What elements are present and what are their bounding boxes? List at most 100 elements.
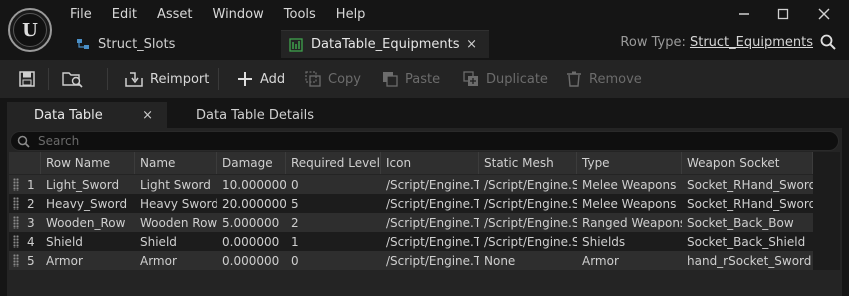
remove-button[interactable]: Remove [565, 60, 642, 98]
menu-edit[interactable]: Edit [102, 3, 147, 27]
paste-button[interactable]: Paste [381, 60, 440, 98]
unreal-logo-icon[interactable]: U [8, 8, 52, 52]
table-row[interactable]: 3 Wooden_Row Wooden Row 5.000000 2 /Scri… [9, 213, 813, 232]
search-field[interactable] [10, 131, 839, 151]
maximize-button[interactable] [766, 2, 800, 26]
cell-row-name[interactable]: Light_Sword [41, 175, 135, 194]
browse-button[interactable] [62, 60, 90, 98]
cell-damage[interactable]: 10.000000 [217, 175, 286, 194]
cell-name[interactable]: Armor [135, 251, 217, 270]
close-tab-icon[interactable]: × [142, 108, 153, 123]
menu-asset[interactable]: Asset [147, 3, 203, 27]
cell-name[interactable]: Heavy Sword [135, 194, 217, 213]
cell-weapon-socket[interactable]: Socket_Back_Shield [682, 232, 813, 251]
column-header-damage[interactable]: Damage [217, 152, 286, 174]
cell-type[interactable]: Melee Weapons [577, 194, 682, 213]
add-row-button[interactable]: Add [236, 60, 285, 98]
cell-name[interactable]: Shield [135, 232, 217, 251]
cell-icon[interactable]: /Script/Engine.Te [381, 213, 479, 232]
reimport-button[interactable]: Reimport [124, 60, 209, 98]
menu-tools[interactable]: Tools [274, 3, 326, 27]
cell-static-mesh[interactable]: /Script/Engine.St [479, 175, 577, 194]
drag-handle-icon[interactable] [13, 197, 19, 210]
cell-icon[interactable]: /Script/Engine.Te [381, 232, 479, 251]
cell-damage[interactable]: 5.000000 [217, 213, 286, 232]
cell-static-mesh[interactable]: /Script/Engine.St [479, 194, 577, 213]
cell-icon[interactable]: /Script/Engine.Te [381, 251, 479, 270]
minimize-button[interactable] [727, 2, 761, 26]
struct-icon [77, 39, 89, 49]
duplicate-button[interactable]: Duplicate [462, 60, 548, 98]
title-bar: U File Edit Asset Window Tools Help Stru… [0, 0, 849, 60]
cell-damage[interactable]: 20.000000 [217, 194, 286, 213]
close-window-button[interactable] [807, 2, 841, 26]
cell-type[interactable]: Ranged Weapons [577, 213, 682, 232]
column-header-type[interactable]: Type [577, 152, 682, 174]
cell-type[interactable]: Shields [577, 232, 682, 251]
cell-required-level[interactable]: 0 [286, 175, 381, 194]
menu-file[interactable]: File [60, 3, 102, 27]
cell-weapon-socket[interactable]: Socket_Back_Bow [682, 213, 813, 232]
datatable-icon [289, 37, 303, 52]
reimport-icon [125, 72, 143, 87]
cell-name[interactable]: Light Sword [135, 175, 217, 194]
column-header-weapon-socket[interactable]: Weapon Socket [682, 152, 813, 174]
column-header-name[interactable]: Name [135, 152, 217, 174]
drag-handle-icon[interactable] [13, 235, 19, 248]
cell-damage[interactable]: 0.000000 [217, 232, 286, 251]
tab-data-table[interactable]: Data Table × [7, 102, 167, 128]
row-type: Row Type: Struct_Equipments [620, 35, 813, 50]
tab-datatable-equipments[interactable]: DataTable_Equipments × [281, 30, 489, 58]
cell-icon[interactable]: /Script/Engine.Te [381, 175, 479, 194]
cell-name[interactable]: Wooden Row [135, 213, 217, 232]
drag-handle-icon[interactable] [13, 254, 19, 267]
menu-help[interactable]: Help [326, 3, 376, 27]
column-header-row-name[interactable]: Row Name [41, 152, 135, 174]
cell-row-name[interactable]: Armor [41, 251, 135, 270]
cell-required-level[interactable]: 5 [286, 194, 381, 213]
close-tab-icon[interactable]: × [466, 37, 477, 52]
cell-required-level[interactable]: 0 [286, 251, 381, 270]
cell-static-mesh[interactable]: /Script/Engine.St [479, 232, 577, 251]
copy-icon [305, 71, 321, 87]
table-row[interactable]: 2 Heavy_Sword Heavy Sword 20.000000 5 /S… [9, 194, 813, 213]
cell-weapon-socket[interactable]: Socket_RHand_Sword [682, 175, 813, 194]
tab-label: Data Table Details [196, 107, 314, 123]
column-header-required-level[interactable]: Required Level [286, 152, 381, 174]
drag-handle-icon[interactable] [13, 178, 19, 191]
cell-damage[interactable]: 0.000000 [217, 251, 286, 270]
table-row[interactable]: 5 Armor Armor 0.000000 0 /Script/Engine.… [9, 251, 813, 270]
tab-data-table-details[interactable]: Data Table Details [196, 102, 314, 128]
save-button[interactable] [18, 60, 42, 98]
tab-struct-slots[interactable]: Struct_Slots [62, 30, 280, 58]
column-header-icon[interactable]: Icon [381, 152, 479, 174]
cell-required-level[interactable]: 2 [286, 213, 381, 232]
row-type-label: Row Type: [620, 35, 686, 50]
drag-handle-icon[interactable] [13, 216, 19, 229]
cell-required-level[interactable]: 1 [286, 232, 381, 251]
cell-weapon-socket[interactable]: hand_rSocket_Sword [682, 251, 813, 270]
cell-static-mesh[interactable]: /Script/Engine.St [479, 213, 577, 232]
row-index: 4 [27, 234, 35, 249]
cell-row-name[interactable]: Wooden_Row [41, 213, 135, 232]
cell-weapon-socket[interactable]: Socket_RHand_Sword [682, 194, 813, 213]
vertical-scrollbar[interactable] [813, 152, 840, 270]
menu-window[interactable]: Window [203, 3, 274, 27]
copy-button[interactable]: Copy [304, 60, 361, 98]
row-type-link[interactable]: Struct_Equipments [690, 35, 813, 50]
cell-icon[interactable]: /Script/Engine.Te [381, 194, 479, 213]
maximize-icon [777, 8, 789, 20]
search-input[interactable] [38, 134, 818, 148]
cell-static-mesh[interactable]: None [479, 251, 577, 270]
search-icon[interactable] [820, 34, 836, 50]
cell-row-name[interactable]: Heavy_Sword [41, 194, 135, 213]
toolbar: Reimport Add Copy Paste Duplicate Remove [0, 60, 849, 98]
table-row[interactable]: 4 Shield Shield 0.000000 1 /Script/Engin… [9, 232, 813, 251]
toolbar-separator [48, 68, 49, 90]
column-header-static-mesh[interactable]: Static Mesh [479, 152, 577, 174]
cell-type[interactable]: Armor [577, 251, 682, 270]
cell-type[interactable]: Melee Weapons [577, 175, 682, 194]
table-row[interactable]: 1 Light_Sword Light Sword 10.000000 0 /S… [9, 175, 813, 194]
cell-row-name[interactable]: Shield [41, 232, 135, 251]
duplicate-icon [463, 71, 478, 86]
